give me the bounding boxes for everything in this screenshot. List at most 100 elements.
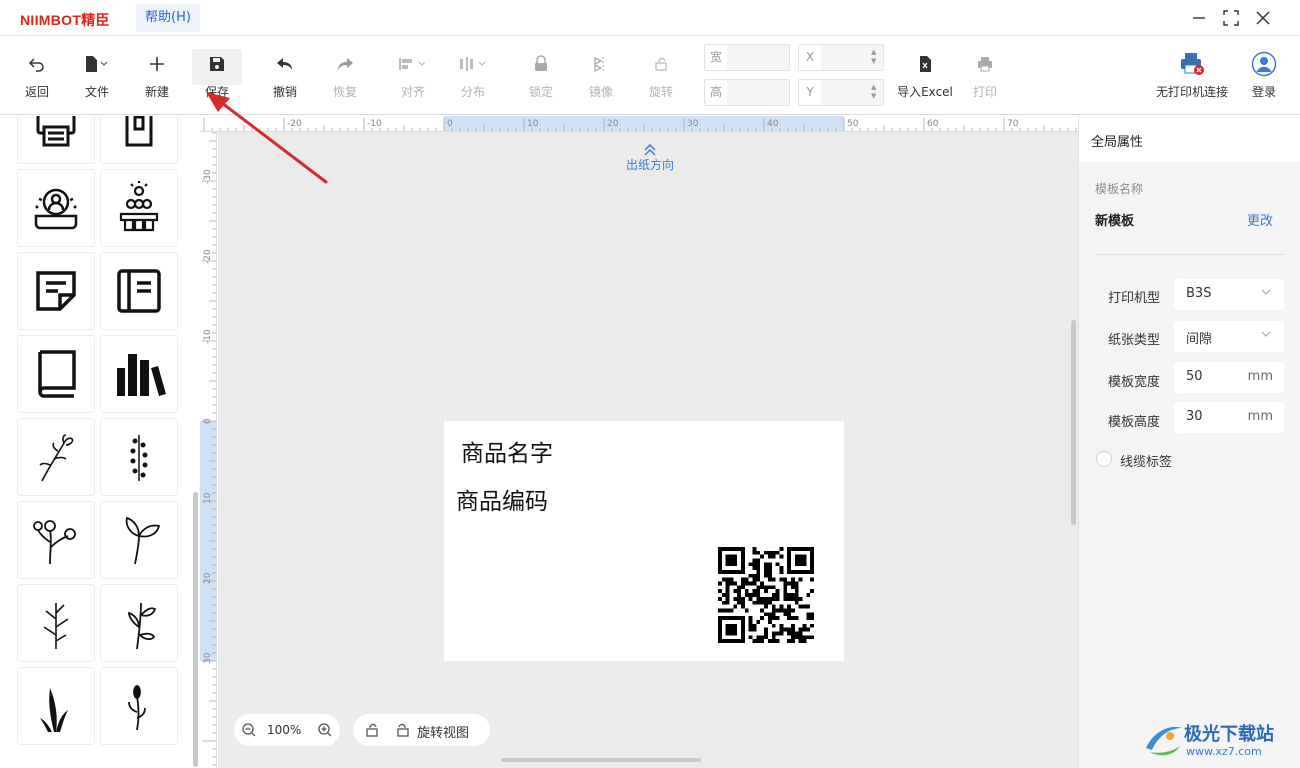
ruler-h-label: 40 bbox=[767, 119, 779, 129]
flower-branch-tile-4[interactable] bbox=[100, 501, 178, 579]
mirror-button[interactable]: 镜像 bbox=[576, 49, 626, 105]
seedling-icon bbox=[128, 685, 146, 731]
canvas-horizontal-scrollbar[interactable] bbox=[501, 758, 701, 762]
template-name: 新模板 bbox=[1095, 214, 1135, 229]
template-width-input[interactable]: 50 mm bbox=[1174, 362, 1284, 393]
save-button[interactable] bbox=[192, 49, 242, 85]
printer-model-value: B3S bbox=[1186, 286, 1212, 301]
change-name-link[interactable]: 更改 bbox=[1247, 210, 1273, 229]
template-height-value: 30 bbox=[1186, 409, 1203, 424]
notebook-tile[interactable] bbox=[100, 252, 178, 330]
undo-button[interactable]: 撤销 bbox=[260, 49, 310, 105]
zoom-out-icon[interactable] bbox=[241, 722, 257, 738]
login-button[interactable]: 登录 bbox=[1244, 49, 1284, 100]
double-chevron-up-icon bbox=[644, 143, 656, 156]
redo-icon bbox=[338, 58, 353, 70]
app-logo: NIIMBOT精臣 bbox=[20, 12, 110, 28]
distribute-label: 分布 bbox=[460, 85, 485, 99]
grass-icon bbox=[40, 688, 68, 732]
note-tile[interactable] bbox=[17, 252, 95, 330]
height-field[interactable]: 高 bbox=[704, 79, 790, 106]
design-canvas[interactable]: 出纸方向 商品名字 商品编码 100% 旋转视图 bbox=[218, 132, 1078, 768]
books-tile[interactable] bbox=[100, 335, 178, 413]
rotate-view-icon[interactable] bbox=[395, 722, 411, 738]
canvas-vertical-scrollbar[interactable] bbox=[1071, 320, 1076, 525]
printer-tile[interactable] bbox=[17, 116, 95, 164]
ruler-h-label: 20 bbox=[607, 119, 619, 129]
book-tile[interactable] bbox=[17, 335, 95, 413]
distribute-icon bbox=[460, 57, 486, 71]
print-button[interactable]: 打印 bbox=[960, 49, 1010, 105]
flower-branch-tile-2[interactable] bbox=[100, 418, 178, 496]
title-bar: NIIMBOT精臣 帮助(H) bbox=[0, 0, 1300, 36]
customer-service-tile[interactable] bbox=[17, 169, 95, 247]
cabinet-tile[interactable] bbox=[100, 116, 178, 164]
paper-type-value: 间隙 bbox=[1186, 332, 1213, 347]
save-label: 保存 bbox=[204, 85, 229, 99]
template-width-label: 模板宽度 bbox=[1108, 375, 1161, 390]
ruler-v-label: -30 bbox=[203, 169, 213, 184]
back-button[interactable]: 返回 bbox=[12, 49, 62, 105]
width-field[interactable]: 宽 bbox=[704, 44, 790, 71]
team-idea-tile[interactable] bbox=[100, 169, 178, 247]
redo-label: 恢复 bbox=[332, 85, 357, 99]
flower-branch-tile-3[interactable] bbox=[17, 501, 95, 579]
minimize-icon[interactable] bbox=[1188, 7, 1210, 29]
label-text-product-name[interactable]: 商品名字 bbox=[461, 434, 553, 468]
printer-status[interactable]: 无打印机连接 bbox=[1150, 49, 1234, 100]
y-field[interactable]: Y ▲ ▼ bbox=[798, 79, 884, 106]
template-height-input[interactable]: 30 mm bbox=[1174, 402, 1284, 433]
rotate-button[interactable]: 旋转 bbox=[636, 49, 686, 105]
x-stepper-icon[interactable]: ▲ ▼ bbox=[871, 48, 879, 66]
flower-branch-tile-7[interactable] bbox=[17, 667, 95, 745]
divider bbox=[1095, 254, 1285, 255]
flower-branch-tile-8[interactable] bbox=[100, 667, 178, 745]
left-panel-scrollbar[interactable] bbox=[193, 492, 198, 767]
ruler-h-label: 70 bbox=[1007, 119, 1019, 129]
ruler-v-label: -20 bbox=[203, 249, 213, 264]
ruler-h-label: 50 bbox=[847, 119, 859, 129]
flower-branch-icon bbox=[39, 434, 74, 482]
new-button[interactable]: 新建 bbox=[132, 49, 182, 105]
template-width-value: 50 bbox=[1186, 369, 1203, 384]
printer-model-label: 打印机型 bbox=[1108, 291, 1161, 306]
flower-branch-tile-1[interactable] bbox=[17, 418, 95, 496]
close-icon[interactable] bbox=[1252, 7, 1274, 29]
leaf-branch-icon bbox=[128, 602, 157, 650]
lock-label: 锁定 bbox=[528, 85, 553, 99]
login-label: 登录 bbox=[1251, 85, 1276, 99]
save-label-box: 保存 bbox=[192, 85, 242, 107]
print-label: 打印 bbox=[972, 85, 997, 99]
import-excel-button[interactable]: 导入Excel bbox=[896, 49, 954, 105]
paper-type-select[interactable]: 间隙 bbox=[1174, 321, 1284, 352]
paper-direction: 出纸方向 bbox=[618, 142, 682, 173]
ruler-v-label: -10 bbox=[203, 329, 213, 344]
qr-code[interactable] bbox=[718, 547, 814, 643]
y-stepper-icon[interactable]: ▲ ▼ bbox=[871, 83, 879, 101]
undo-icon bbox=[277, 58, 292, 70]
flower-branch-tile-5[interactable] bbox=[17, 584, 95, 662]
redo-button[interactable]: 恢复 bbox=[320, 49, 370, 105]
back-label: 返回 bbox=[24, 85, 49, 99]
label-text-product-code[interactable]: 商品编码 bbox=[456, 482, 548, 516]
flower-branch-tile-6[interactable] bbox=[100, 584, 178, 662]
distribute-button[interactable]: 分布 bbox=[448, 49, 498, 105]
save-icon bbox=[210, 57, 224, 71]
maximize-icon[interactable] bbox=[1220, 7, 1242, 29]
cable-label-checkbox[interactable] bbox=[1096, 451, 1112, 467]
menu-help[interactable]: 帮助(H) bbox=[136, 4, 200, 32]
file-button[interactable]: 文件 bbox=[72, 49, 122, 105]
label-template[interactable]: 商品名字 商品编码 bbox=[444, 421, 844, 661]
rotate-left-icon[interactable] bbox=[364, 722, 380, 738]
zoom-in-icon[interactable] bbox=[317, 722, 333, 738]
back-icon bbox=[28, 58, 44, 72]
x-field[interactable]: X ▲ ▼ bbox=[798, 44, 884, 71]
printer-icon bbox=[36, 116, 76, 147]
book-icon bbox=[38, 350, 76, 398]
lock-button[interactable]: 锁定 bbox=[516, 49, 566, 105]
ruler-v-label: 20 bbox=[203, 572, 213, 584]
printer-model-select[interactable]: B3S bbox=[1174, 279, 1284, 310]
align-button[interactable]: 对齐 bbox=[388, 49, 438, 105]
import-excel-label: 导入Excel bbox=[897, 85, 953, 99]
rotate-view-label[interactable]: 旋转视图 bbox=[417, 722, 469, 741]
